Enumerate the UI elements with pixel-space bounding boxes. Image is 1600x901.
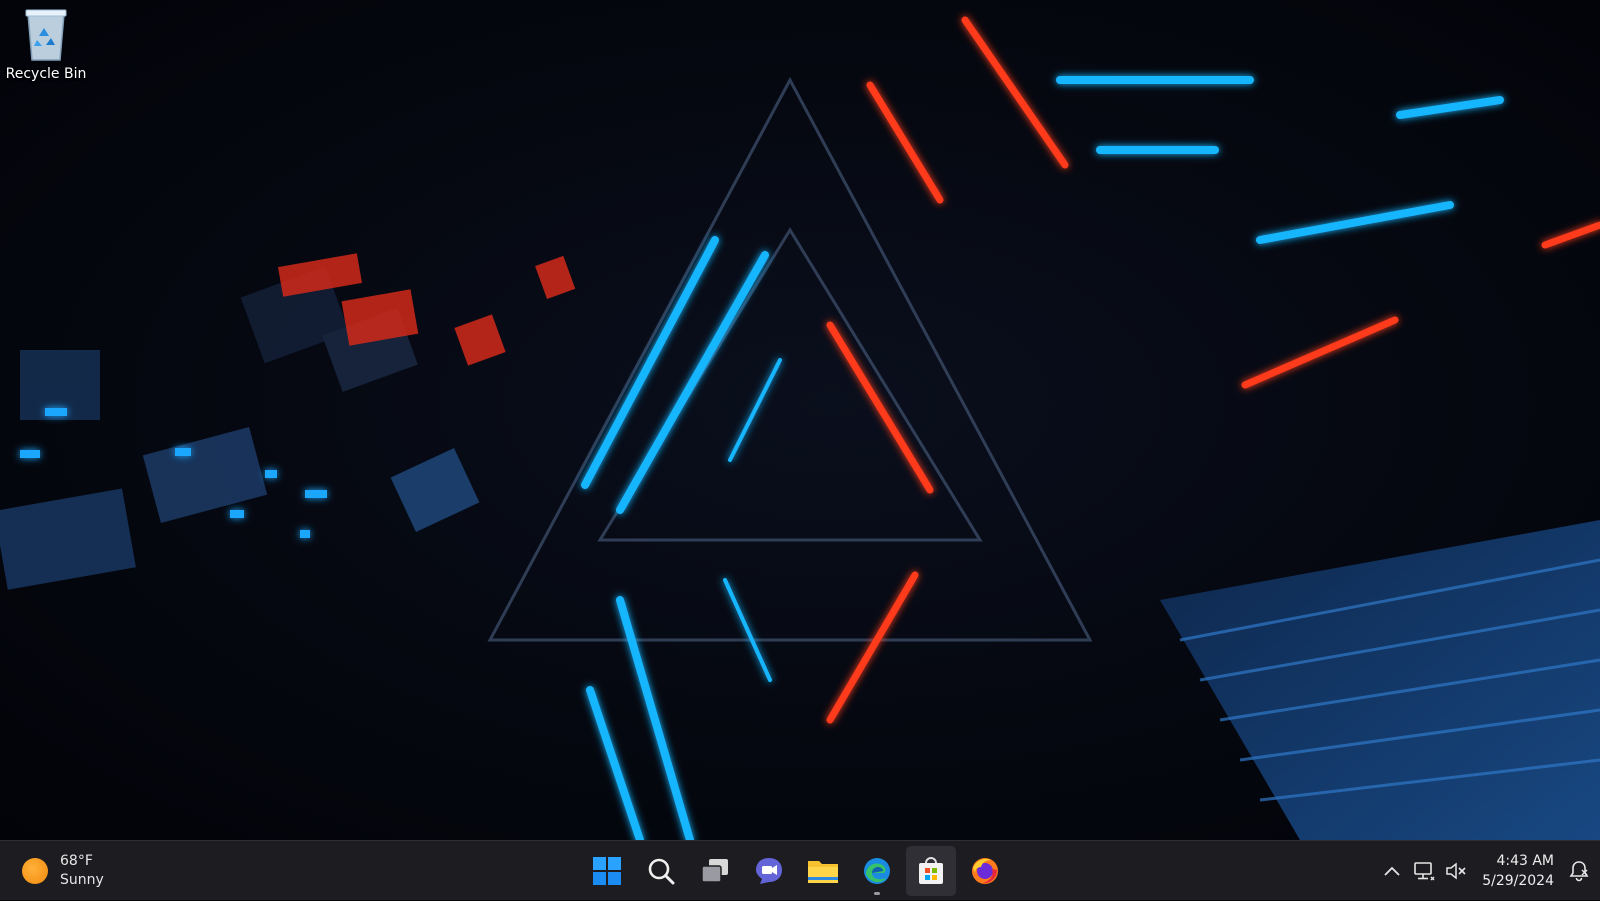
taskbar-apps xyxy=(580,845,1012,897)
task-view-icon xyxy=(701,859,728,883)
chat-icon xyxy=(756,858,782,884)
notification-center-button[interactable] xyxy=(1562,851,1596,891)
desktop[interactable]: Recycle Bin xyxy=(0,0,1600,840)
edge-icon xyxy=(864,858,890,884)
weather-widget[interactable]: 68°F Sunny xyxy=(22,849,104,893)
windows-logo-icon xyxy=(593,857,621,885)
running-indicator xyxy=(874,892,880,895)
firefox-button[interactable] xyxy=(960,846,1010,896)
sun-icon xyxy=(22,858,48,884)
recycle-bin-desktop-icon[interactable]: Recycle Bin xyxy=(4,6,88,94)
taskbar: 68°F Sunny 4:43 AM 5/29/2024 xyxy=(0,840,1600,900)
notification-bell-icon xyxy=(1569,861,1589,882)
clock-date: 5/29/2024 xyxy=(1482,873,1554,889)
firefox-icon xyxy=(972,858,998,884)
desktop-icon-label: Recycle Bin xyxy=(5,66,87,82)
weather-temperature: 68°F xyxy=(60,853,93,869)
edge-button[interactable] xyxy=(852,846,902,896)
system-tray: 4:43 AM 5/29/2024 xyxy=(1376,841,1600,901)
clock[interactable]: 4:43 AM 5/29/2024 xyxy=(1482,851,1554,891)
clock-time: 4:43 AM xyxy=(1496,853,1554,869)
search-button[interactable] xyxy=(636,846,686,896)
chevron-up-icon xyxy=(1384,866,1400,876)
show-hidden-icons-button[interactable] xyxy=(1376,851,1408,891)
network-button[interactable] xyxy=(1408,851,1440,891)
chat-button[interactable] xyxy=(744,846,794,896)
wallpaper-image xyxy=(0,16,1600,840)
microsoft-store-button[interactable] xyxy=(906,846,956,896)
volume-muted-icon xyxy=(1446,862,1466,880)
start-button[interactable] xyxy=(582,846,632,896)
network-icon xyxy=(1414,862,1435,881)
weather-condition: Sunny xyxy=(60,872,104,888)
folder-icon xyxy=(808,861,838,883)
search-icon xyxy=(648,858,675,885)
file-explorer-button[interactable] xyxy=(798,846,848,896)
volume-button[interactable] xyxy=(1440,851,1472,891)
task-view-button[interactable] xyxy=(690,846,740,896)
store-icon xyxy=(919,857,943,884)
recycle-bin-icon xyxy=(25,9,67,61)
